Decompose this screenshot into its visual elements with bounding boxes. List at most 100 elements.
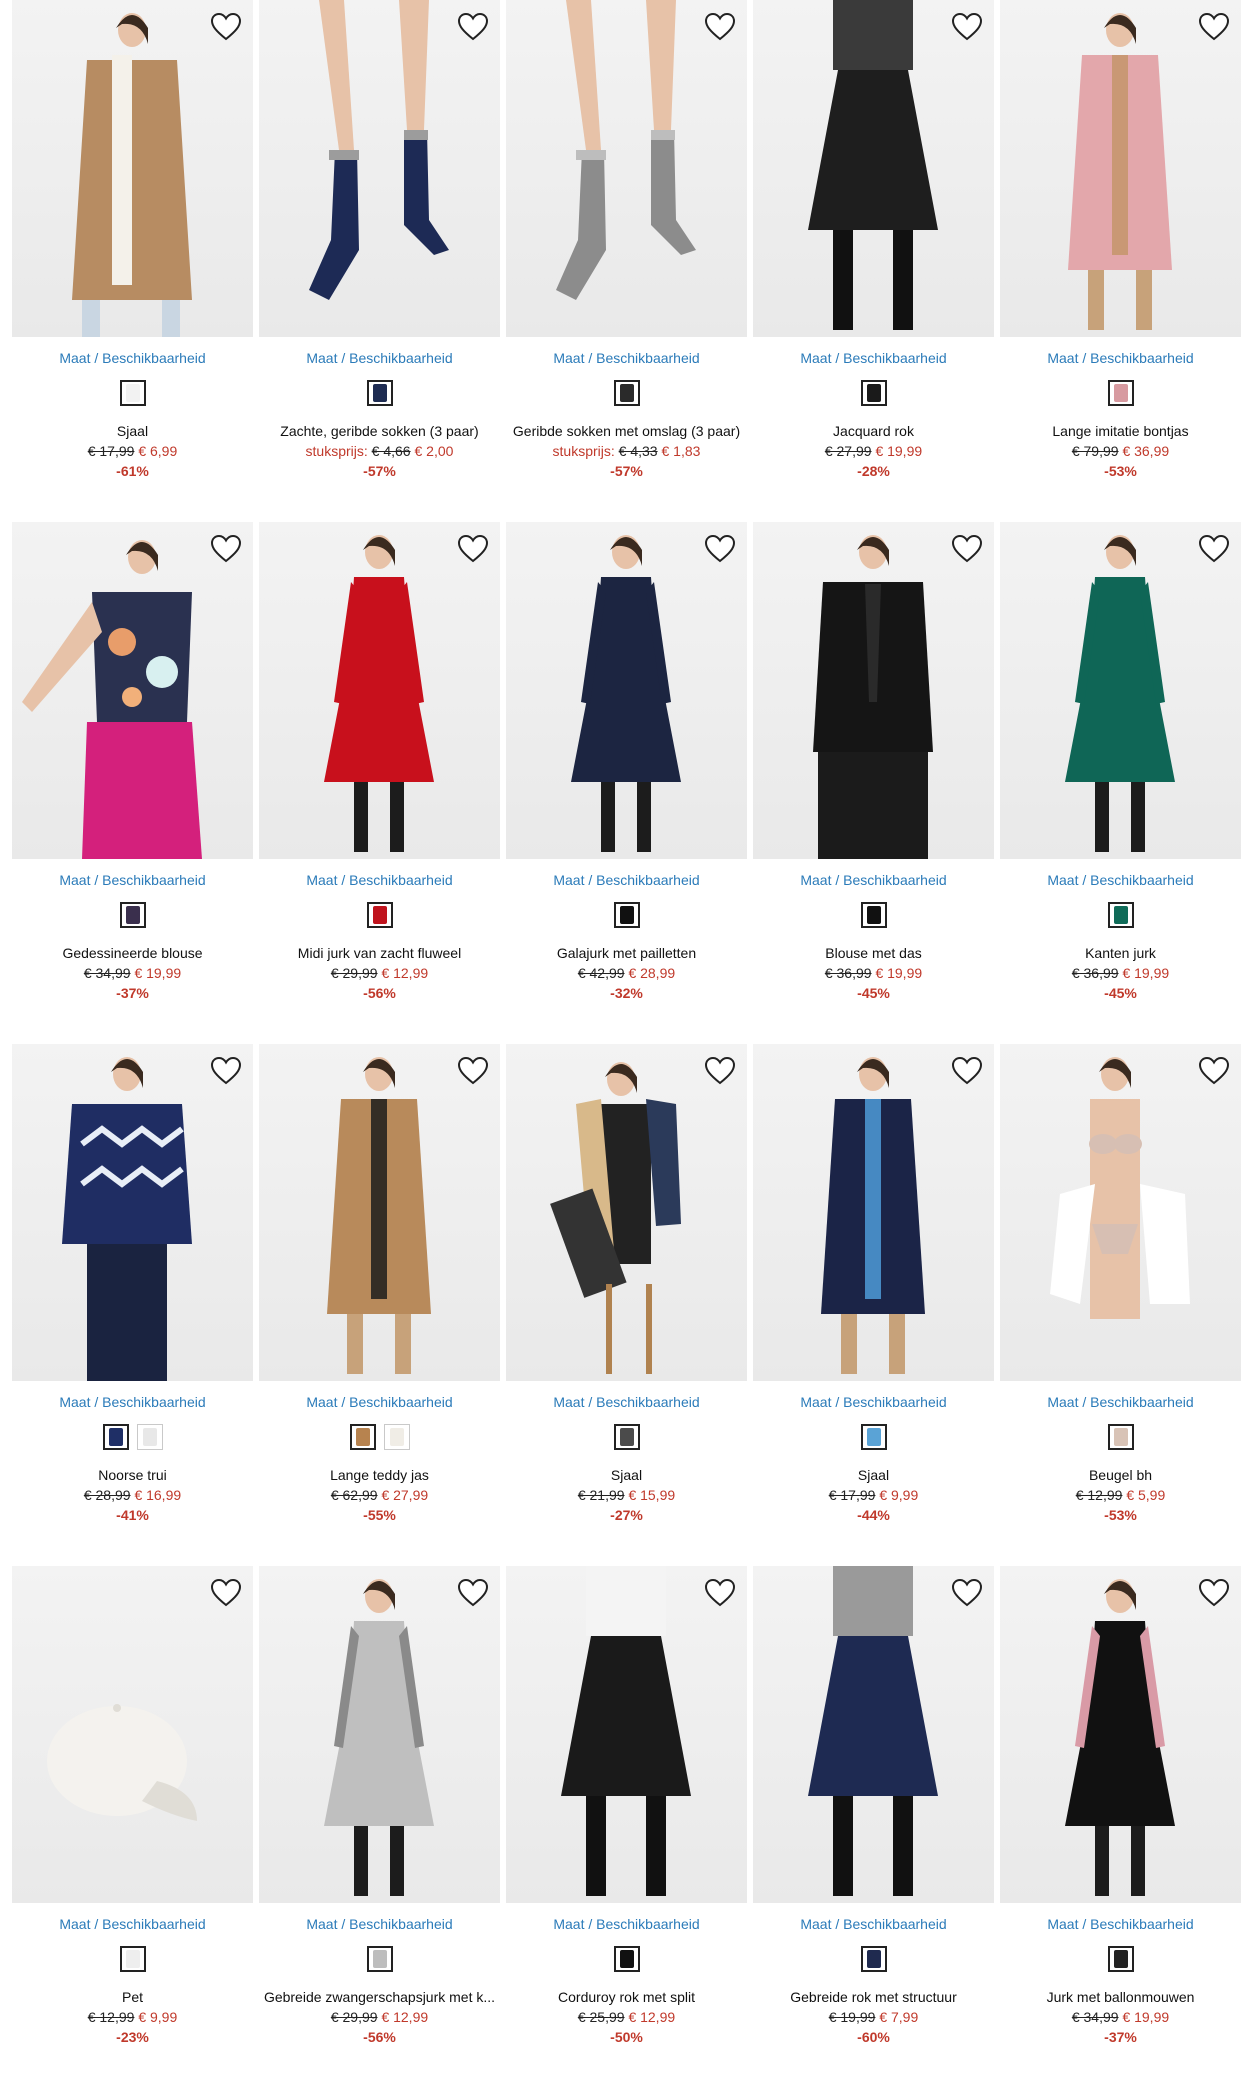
product-image[interactable] xyxy=(259,1044,500,1381)
product-name[interactable]: Kanten jurk xyxy=(1004,945,1237,961)
wishlist-heart-icon[interactable] xyxy=(703,532,737,566)
product-image[interactable] xyxy=(1000,1566,1241,1903)
size-availability-link[interactable]: Maat / Beschikbaarheid xyxy=(12,1916,253,1932)
size-availability-link[interactable]: Maat / Beschikbaarheid xyxy=(506,1394,747,1410)
product-name[interactable]: Beugel bh xyxy=(1004,1467,1237,1483)
wishlist-heart-icon[interactable] xyxy=(456,1054,490,1088)
product-name[interactable]: Pet xyxy=(16,1989,249,2005)
color-swatch[interactable] xyxy=(102,1424,129,1450)
size-availability-link[interactable]: Maat / Beschikbaarheid xyxy=(259,872,500,888)
color-swatch[interactable] xyxy=(613,1424,640,1450)
size-availability-link[interactable]: Maat / Beschikbaarheid xyxy=(506,872,747,888)
size-availability-link[interactable]: Maat / Beschikbaarheid xyxy=(753,1916,994,1932)
color-swatch[interactable] xyxy=(1107,1424,1134,1450)
size-availability-link[interactable]: Maat / Beschikbaarheid xyxy=(259,350,500,366)
product-name[interactable]: Jacquard rok xyxy=(757,423,990,439)
color-swatch[interactable] xyxy=(366,380,393,406)
color-swatch[interactable] xyxy=(860,1946,887,1972)
product-name[interactable]: Blouse met das xyxy=(757,945,990,961)
product-image[interactable] xyxy=(12,1044,253,1381)
product-card[interactable]: Maat / Beschikbaarheid Kanten jurk € 36,99… xyxy=(1000,522,1241,1042)
size-availability-link[interactable]: Maat / Beschikbaarheid xyxy=(506,350,747,366)
wishlist-heart-icon[interactable] xyxy=(703,10,737,44)
color-swatch[interactable] xyxy=(119,902,146,928)
size-availability-link[interactable]: Maat / Beschikbaarheid xyxy=(506,1916,747,1932)
wishlist-heart-icon[interactable] xyxy=(950,10,984,44)
color-swatch[interactable] xyxy=(860,1424,887,1450)
product-image[interactable] xyxy=(259,0,500,337)
product-name[interactable]: Sjaal xyxy=(757,1467,990,1483)
wishlist-heart-icon[interactable] xyxy=(209,10,243,44)
product-name[interactable]: Corduroy rok met split xyxy=(510,1989,743,2005)
product-name[interactable]: Zachte, geribde sokken (3 paar) xyxy=(263,423,496,439)
product-image[interactable] xyxy=(12,522,253,859)
product-name[interactable]: Jurk met ballonmouwen xyxy=(1004,1989,1237,2005)
color-swatch[interactable] xyxy=(860,902,887,928)
product-name[interactable]: Lange imitatie bontjas xyxy=(1004,423,1237,439)
wishlist-heart-icon[interactable] xyxy=(950,1576,984,1610)
color-swatch[interactable] xyxy=(860,380,887,406)
color-swatch[interactable] xyxy=(119,380,146,406)
wishlist-heart-icon[interactable] xyxy=(456,532,490,566)
wishlist-heart-icon[interactable] xyxy=(209,532,243,566)
size-availability-link[interactable]: Maat / Beschikbaarheid xyxy=(12,350,253,366)
product-image[interactable] xyxy=(259,1566,500,1903)
product-card[interactable]: Maat / Beschikbaarheid Blouse met das € 36… xyxy=(753,522,994,1042)
product-image[interactable] xyxy=(506,522,747,859)
size-availability-link[interactable]: Maat / Beschikbaarheid xyxy=(1000,350,1241,366)
size-availability-link[interactable]: Maat / Beschikbaarheid xyxy=(12,1394,253,1410)
color-swatch[interactable] xyxy=(1107,380,1134,406)
product-image[interactable] xyxy=(753,1044,994,1381)
product-name[interactable]: Gebreide rok met structuur xyxy=(757,1989,990,2005)
product-card[interactable]: Maat / Beschikbaarheid Beugel bh € 12,99 €… xyxy=(1000,1044,1241,1564)
wishlist-heart-icon[interactable] xyxy=(1197,532,1231,566)
product-image[interactable] xyxy=(12,1566,253,1903)
size-availability-link[interactable]: Maat / Beschikbaarheid xyxy=(1000,1916,1241,1932)
product-card[interactable]: Maat / Beschikbaarheid Lange teddy jas € 6… xyxy=(259,1044,500,1564)
product-card[interactable]: Maat / Beschikbaarheid Jurk met ballonmou… xyxy=(1000,1566,1241,2086)
product-image[interactable] xyxy=(259,522,500,859)
wishlist-heart-icon[interactable] xyxy=(950,532,984,566)
product-name[interactable]: Sjaal xyxy=(16,423,249,439)
wishlist-heart-icon[interactable] xyxy=(1197,1576,1231,1610)
product-card[interactable]: Maat / Beschikbaarheid Sjaal € 17,99 € 9,9… xyxy=(753,1044,994,1564)
product-image[interactable] xyxy=(1000,1044,1241,1381)
size-availability-link[interactable]: Maat / Beschikbaarheid xyxy=(259,1394,500,1410)
product-image[interactable] xyxy=(1000,522,1241,859)
product-card[interactable]: Maat / Beschikbaarheid Gedessineerde blou… xyxy=(12,522,253,1042)
color-swatch[interactable] xyxy=(366,1946,393,1972)
color-swatch[interactable] xyxy=(383,1424,410,1450)
size-availability-link[interactable]: Maat / Beschikbaarheid xyxy=(753,350,994,366)
color-swatch[interactable] xyxy=(349,1424,376,1450)
product-name[interactable]: Midi jurk van zacht fluweel xyxy=(263,945,496,961)
product-card[interactable]: Maat / Beschikbaarheid Lange imitatie bon… xyxy=(1000,0,1241,520)
wishlist-heart-icon[interactable] xyxy=(1197,10,1231,44)
product-name[interactable]: Gebreide zwangerschapsjurk met k... xyxy=(263,1989,496,2005)
size-availability-link[interactable]: Maat / Beschikbaarheid xyxy=(1000,872,1241,888)
product-name[interactable]: Lange teddy jas xyxy=(263,1467,496,1483)
product-card[interactable]: Maat / Beschikbaarheid Geribde sokken met… xyxy=(506,0,747,520)
product-name[interactable]: Geribde sokken met omslag (3 paar) xyxy=(510,423,743,439)
product-image[interactable] xyxy=(753,1566,994,1903)
wishlist-heart-icon[interactable] xyxy=(703,1054,737,1088)
product-card[interactable]: Maat / Beschikbaarheid Midi jurk van zach… xyxy=(259,522,500,1042)
product-image[interactable] xyxy=(753,0,994,337)
wishlist-heart-icon[interactable] xyxy=(209,1054,243,1088)
wishlist-heart-icon[interactable] xyxy=(1197,1054,1231,1088)
product-card[interactable]: Maat / Beschikbaarheid Gebreide rok met s… xyxy=(753,1566,994,2086)
wishlist-heart-icon[interactable] xyxy=(950,1054,984,1088)
size-availability-link[interactable]: Maat / Beschikbaarheid xyxy=(1000,1394,1241,1410)
product-card[interactable]: Maat / Beschikbaarheid Pet € 12,99 € 9,99 -… xyxy=(12,1566,253,2086)
wishlist-heart-icon[interactable] xyxy=(209,1576,243,1610)
wishlist-heart-icon[interactable] xyxy=(703,1576,737,1610)
color-swatch[interactable] xyxy=(613,380,640,406)
wishlist-heart-icon[interactable] xyxy=(456,1576,490,1610)
product-card[interactable]: Maat / Beschikbaarheid Noorse trui € 28,99… xyxy=(12,1044,253,1564)
color-swatch[interactable] xyxy=(366,902,393,928)
color-swatch[interactable] xyxy=(1107,1946,1134,1972)
product-card[interactable]: Maat / Beschikbaarheid Gebreide zwangersc… xyxy=(259,1566,500,2086)
product-name[interactable]: Galajurk met pailletten xyxy=(510,945,743,961)
color-swatch[interactable] xyxy=(136,1424,163,1450)
color-swatch[interactable] xyxy=(119,1946,146,1972)
product-image[interactable] xyxy=(753,522,994,859)
